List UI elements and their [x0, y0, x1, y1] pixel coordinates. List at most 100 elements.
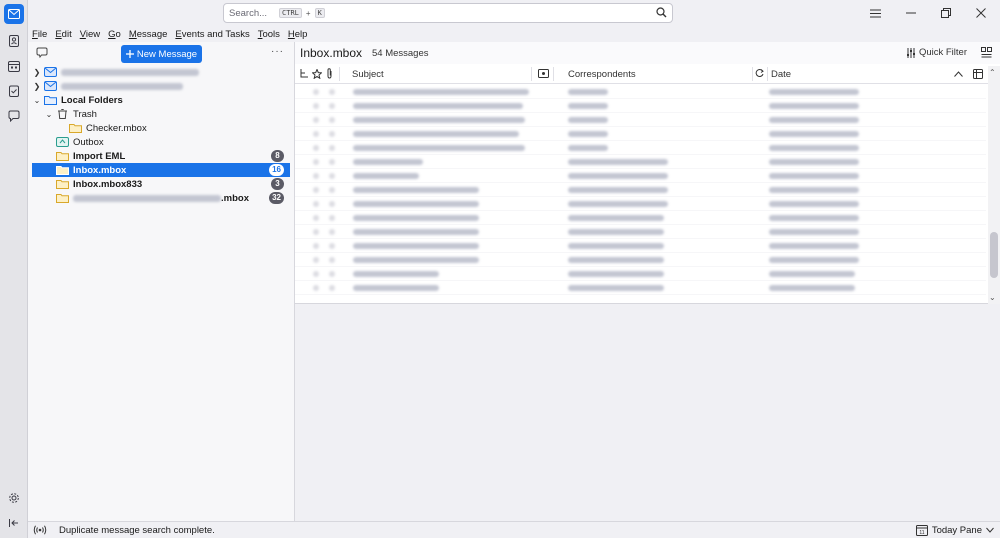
redacted-message-field	[313, 257, 319, 263]
menu-view[interactable]: View	[76, 27, 104, 42]
column-picker-icon[interactable]	[973, 69, 983, 79]
address-book-icon	[9, 35, 19, 47]
collapse-left-icon	[9, 519, 18, 527]
address-book-button[interactable]	[4, 31, 24, 51]
expand-chevron-icon[interactable]: ❯	[32, 82, 42, 91]
message-row[interactable]	[295, 169, 986, 183]
hamburger-icon	[869, 9, 881, 17]
redacted-message-field	[568, 145, 608, 151]
scrollbar-thumb[interactable]	[990, 232, 998, 278]
restore-button[interactable]	[937, 4, 955, 22]
column-separator[interactable]	[767, 67, 768, 81]
online-status-icon[interactable]	[33, 525, 47, 535]
redacted-message-field	[353, 285, 439, 291]
inbox-mbox-label: Inbox.mbox	[73, 164, 127, 176]
calendar-day-icon: 11	[915, 525, 928, 536]
column-separator[interactable]	[553, 67, 554, 81]
app-menu-button[interactable]	[866, 4, 884, 22]
message-row[interactable]	[295, 211, 986, 225]
redacted-message-field	[329, 257, 335, 263]
scroll-down-icon[interactable]: ⌄	[989, 293, 996, 302]
correspondents-column-header[interactable]: Correspondents	[568, 69, 636, 80]
trash-row[interactable]: ⌄ Trash	[32, 107, 290, 121]
message-list-scrollbar[interactable]: ⌃ ⌄	[988, 66, 1000, 304]
menu-message[interactable]: Message	[125, 27, 172, 42]
calendar-button[interactable]	[4, 56, 24, 76]
tasks-button[interactable]	[4, 81, 24, 101]
redacted-mbox-row[interactable]: .mbox 32	[32, 191, 290, 205]
new-message-button[interactable]: New Message	[121, 45, 202, 63]
import-eml-row[interactable]: Import EML 8	[32, 149, 290, 163]
collapse-spaces-button[interactable]	[4, 513, 24, 533]
menu-edit[interactable]: Edit	[51, 27, 75, 42]
redacted-message-field	[769, 243, 859, 249]
search-input[interactable]: Search... CTRL + K	[223, 3, 673, 23]
message-preview-pane	[295, 305, 1000, 521]
get-messages-icon[interactable]	[36, 47, 48, 59]
menu-file[interactable]: File	[28, 27, 51, 42]
redacted-message-field	[329, 215, 335, 221]
message-row[interactable]	[295, 183, 986, 197]
column-separator[interactable]	[752, 67, 753, 81]
column-separator[interactable]	[531, 67, 532, 81]
redacted-message-field	[353, 117, 525, 123]
message-row[interactable]	[295, 239, 986, 253]
message-row[interactable]	[295, 225, 986, 239]
collapse-chevron-icon[interactable]: ⌄	[44, 110, 54, 119]
redacted-message-field	[313, 201, 319, 207]
message-row[interactable]	[295, 281, 986, 295]
attachment-icon[interactable]	[326, 68, 333, 79]
message-row[interactable]	[295, 127, 986, 141]
mail-space-button[interactable]	[4, 4, 24, 24]
account-row-1[interactable]: ❯	[32, 65, 290, 79]
message-row[interactable]	[295, 113, 986, 127]
folder-icon	[56, 180, 69, 189]
outbox-row[interactable]: Outbox	[32, 135, 290, 149]
redacted-message-field	[329, 89, 335, 95]
subject-column-header[interactable]: Subject	[352, 69, 384, 80]
thread-icon[interactable]	[300, 69, 309, 79]
import-eml-label: Import EML	[73, 150, 126, 162]
junk-status-icon[interactable]	[755, 69, 764, 78]
minimize-button[interactable]	[902, 4, 920, 22]
redacted-account-name	[61, 82, 183, 90]
quick-filter-button[interactable]: Quick Filter	[906, 47, 967, 58]
checker-mbox-row[interactable]: Checker.mbox	[32, 121, 290, 135]
message-list-pane: Inbox.mbox 54 Messages Quick Filter Subj…	[295, 42, 1000, 304]
settings-button[interactable]	[4, 488, 24, 508]
inbox-mbox-row[interactable]: Inbox.mbox 16	[32, 163, 290, 177]
today-pane-button[interactable]: 11 Today Pane	[915, 524, 994, 536]
redacted-message-field	[769, 89, 859, 95]
scroll-up-icon[interactable]: ⌃	[989, 68, 996, 77]
column-separator[interactable]	[339, 67, 340, 81]
redacted-message-field	[329, 201, 335, 207]
message-row[interactable]	[295, 267, 986, 281]
message-row[interactable]	[295, 253, 986, 267]
message-row[interactable]	[295, 197, 986, 211]
search-icon[interactable]	[656, 7, 667, 18]
outbox-icon	[56, 137, 69, 147]
message-row[interactable]	[295, 155, 986, 169]
inbox-mbox833-label: Inbox.mbox833	[73, 178, 143, 190]
message-row[interactable]	[295, 99, 986, 113]
menu-help[interactable]: Help	[284, 27, 312, 42]
menu-events-and-tasks[interactable]: Events and Tasks	[171, 27, 253, 42]
display-options-icon[interactable]	[981, 47, 992, 58]
date-column-header[interactable]: Date	[771, 69, 791, 80]
read-status-icon[interactable]	[538, 69, 549, 78]
local-folders-row[interactable]: ⌄ Local Folders	[32, 93, 290, 107]
collapse-chevron-icon[interactable]: ⌄	[32, 96, 42, 105]
menu-tools[interactable]: Tools	[254, 27, 284, 42]
star-icon[interactable]	[312, 69, 322, 79]
inbox-mbox833-row[interactable]: Inbox.mbox833 3	[32, 177, 290, 191]
chat-button[interactable]	[4, 106, 24, 126]
message-row[interactable]	[295, 85, 986, 99]
redacted-message-field	[329, 159, 335, 165]
menu-go[interactable]: Go	[104, 27, 125, 42]
account-row-2[interactable]: ❯	[32, 79, 290, 93]
folder-pane-more-button[interactable]: ···	[271, 46, 284, 57]
expand-chevron-icon[interactable]: ❯	[32, 68, 42, 77]
message-row[interactable]	[295, 141, 986, 155]
sort-ascending-icon[interactable]	[954, 71, 963, 77]
close-button[interactable]	[972, 4, 990, 22]
